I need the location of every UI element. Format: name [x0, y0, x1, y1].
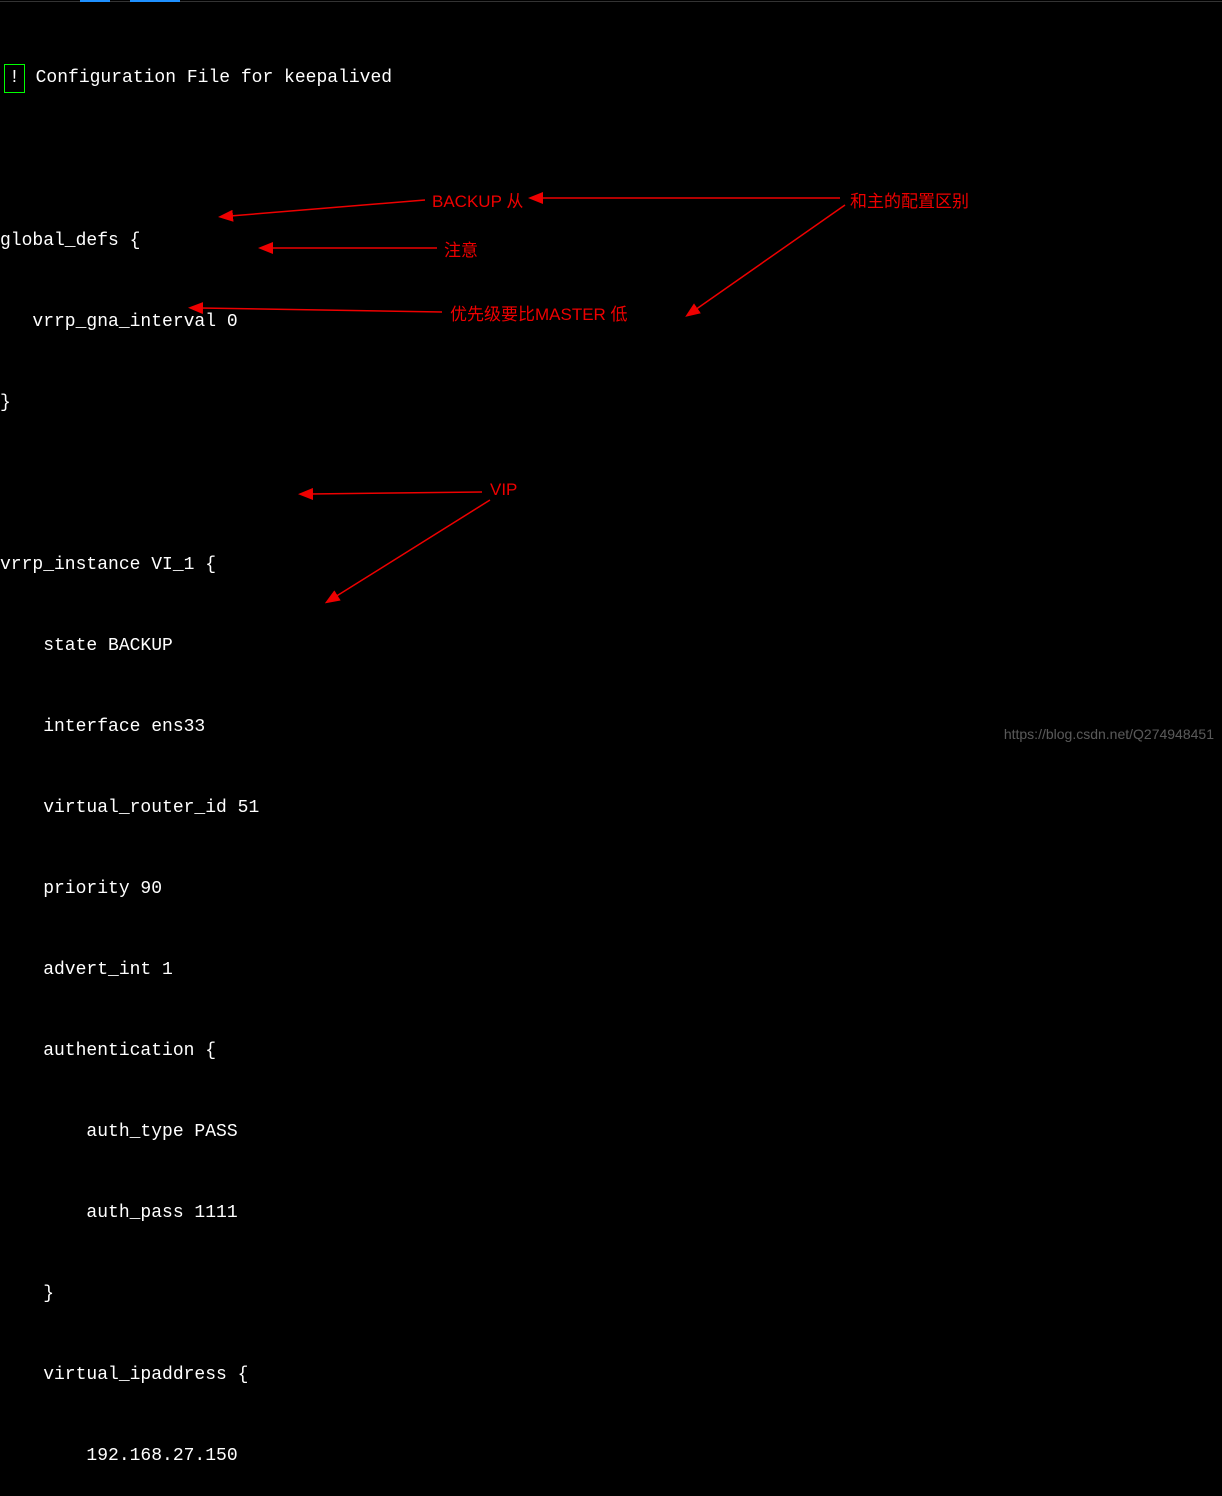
config-line: advert_int 1: [0, 957, 1222, 984]
config-line: }: [0, 390, 1222, 417]
config-line: authentication {: [0, 1038, 1222, 1065]
terminal-viewport[interactable]: ! Configuration File for keepalived glob…: [0, 2, 1222, 1496]
watermark: https://blog.csdn.net/Q274948451: [1004, 726, 1214, 742]
config-line: vrrp_instance VI_1 {: [0, 552, 1222, 579]
config-title-line: ! Configuration File for keepalived: [0, 64, 1222, 93]
config-line: vrrp_gna_interval 0: [0, 309, 1222, 336]
config-line: virtual_ipaddress {: [0, 1362, 1222, 1389]
config-line: auth_type PASS: [0, 1119, 1222, 1146]
config-line: auth_pass 1111: [0, 1200, 1222, 1227]
config-line: virtual_router_id 51: [0, 795, 1222, 822]
config-title: Configuration File for keepalived: [25, 68, 392, 88]
config-line: }: [0, 1281, 1222, 1308]
config-line-state-backup: state BACKUP: [0, 633, 1222, 660]
config-line: [0, 147, 1222, 174]
bang-marker-icon: !: [4, 64, 25, 93]
config-line: global_defs {: [0, 228, 1222, 255]
config-line-vip: 192.168.27.150: [0, 1443, 1222, 1470]
config-line: [0, 471, 1222, 498]
config-line-priority: priority 90: [0, 876, 1222, 903]
